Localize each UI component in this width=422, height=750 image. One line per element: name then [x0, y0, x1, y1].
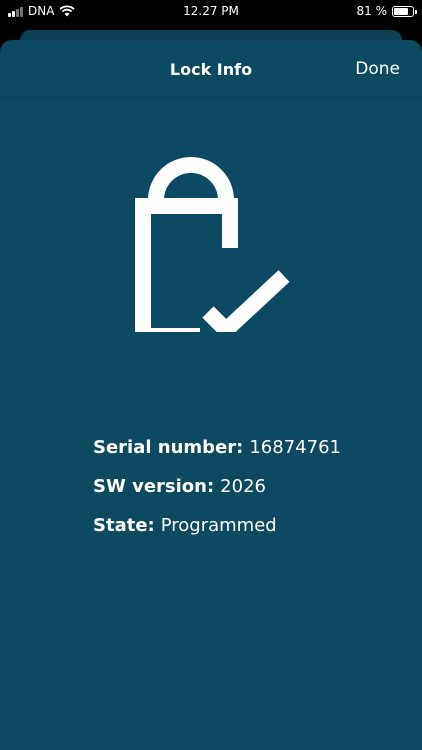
- lock-info-list: Serial number: 16874761 SW version: 2026 S…: [93, 434, 341, 551]
- serial-number-label: Serial number:: [93, 437, 244, 458]
- status-right: 81 %: [356, 4, 417, 18]
- battery-fill: [394, 7, 409, 15]
- state-value: Programmed: [160, 515, 277, 536]
- battery-icon: [392, 5, 417, 17]
- sw-version-value: 2026: [220, 476, 266, 497]
- lock-info-sheet: Lock Info Done Serial number: 16874761 SW…: [0, 40, 422, 750]
- nav-bar: Lock Info Done: [0, 40, 422, 98]
- sw-version-row: SW version: 2026: [93, 473, 341, 512]
- state-row: State: Programmed: [93, 512, 341, 551]
- battery-percent: 81 %: [356, 4, 388, 18]
- lock-check-icon: [135, 157, 290, 332]
- serial-number-value: 16874761: [249, 437, 341, 458]
- status-bar: DNA 12.27 PM 81 %: [0, 0, 422, 24]
- sw-version-label: SW version:: [93, 476, 215, 497]
- serial-number-row: Serial number: 16874761: [93, 434, 341, 473]
- state-label: State:: [93, 515, 155, 536]
- done-button[interactable]: Done: [355, 59, 400, 79]
